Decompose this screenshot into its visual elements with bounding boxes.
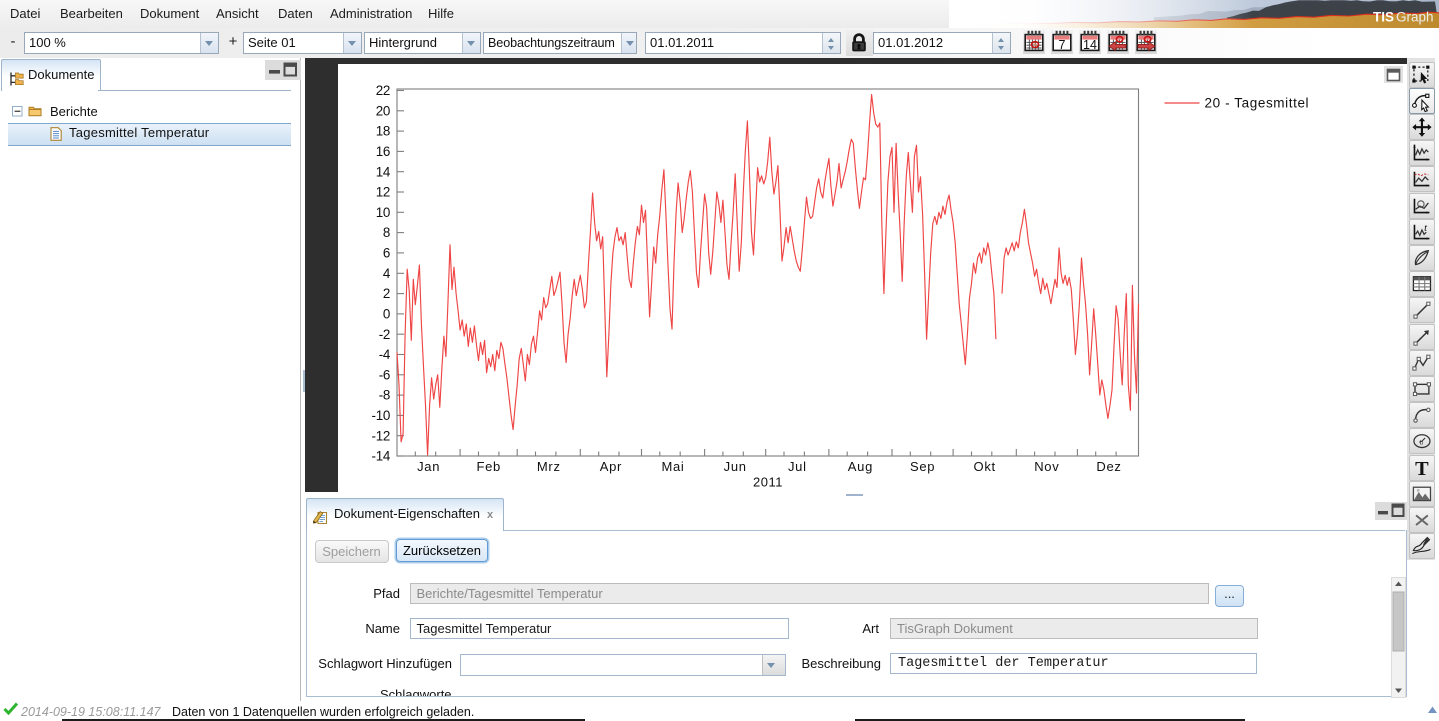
svg-text:Jan: Jan: [417, 459, 440, 474]
svg-text:Jun: Jun: [723, 459, 746, 474]
svg-text:-14: -14: [371, 448, 390, 463]
svg-text:18: 18: [375, 123, 389, 138]
svg-text:Dez: Dez: [1096, 459, 1121, 474]
svg-text:Jul: Jul: [787, 459, 806, 474]
svg-text:20: 20: [375, 103, 389, 118]
svg-text:14: 14: [375, 164, 390, 179]
svg-text:Mai: Mai: [661, 459, 684, 474]
svg-text:-2: -2: [378, 326, 389, 341]
svg-text:16: 16: [375, 144, 389, 159]
svg-text:20 - Tagesmittel: 20 - Tagesmittel: [1204, 95, 1309, 110]
svg-text:0: 0: [382, 306, 389, 321]
svg-text:6: 6: [382, 245, 389, 260]
svg-text:Sep: Sep: [909, 459, 934, 474]
svg-text:TIS: TIS: [1373, 10, 1394, 25]
svg-text:12: 12: [375, 184, 389, 199]
svg-text:T: T: [1415, 458, 1429, 480]
svg-text:Okt: Okt: [973, 459, 995, 474]
svg-text:-12: -12: [371, 428, 389, 443]
svg-text:4: 4: [382, 265, 390, 280]
svg-text:Nov: Nov: [1034, 459, 1059, 474]
svg-text:Feb: Feb: [476, 459, 501, 474]
svg-text:t: t: [1424, 223, 1428, 234]
svg-text:22: 22: [375, 83, 389, 98]
svg-text:b: b: [1420, 440, 1424, 447]
svg-text:Graph: Graph: [1396, 10, 1434, 25]
svg-text:2011: 2011: [753, 474, 783, 489]
svg-text:-6: -6: [378, 367, 389, 382]
svg-text:Mrz: Mrz: [536, 459, 560, 474]
svg-text:Apr: Apr: [599, 459, 621, 474]
svg-text:7: 7: [1059, 38, 1066, 52]
svg-text:8: 8: [382, 225, 389, 240]
svg-text:-8: -8: [378, 387, 389, 402]
svg-text:-10: -10: [371, 408, 389, 423]
svg-text:Aug: Aug: [847, 459, 872, 474]
svg-text:14: 14: [1083, 38, 1097, 52]
svg-text:-4: -4: [378, 347, 390, 362]
svg-text:2: 2: [382, 286, 389, 301]
svg-text:10: 10: [375, 204, 389, 219]
